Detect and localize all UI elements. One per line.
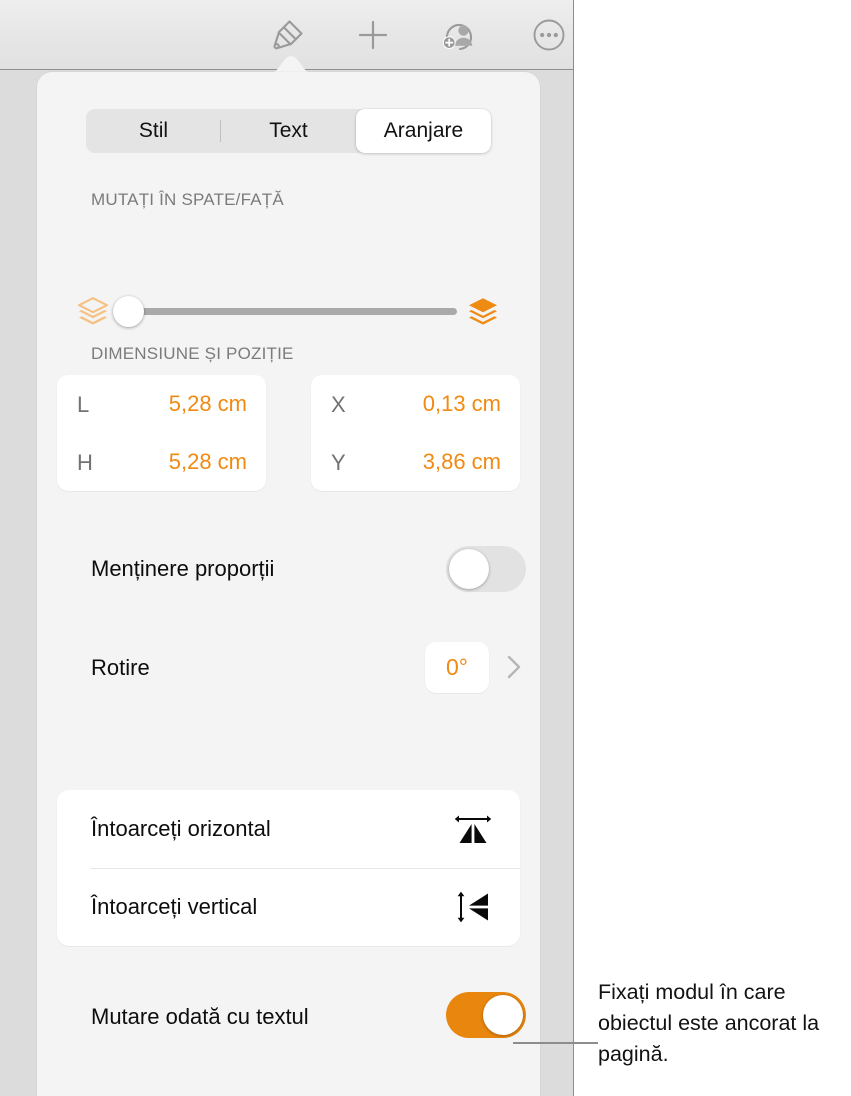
constrain-proportions-toggle[interactable] bbox=[446, 546, 526, 592]
layer-order-slider-track[interactable] bbox=[129, 308, 457, 315]
insert-plus-icon[interactable] bbox=[350, 12, 396, 58]
rotation-disclosure-chevron-icon[interactable] bbox=[504, 652, 526, 682]
format-brush-icon[interactable] bbox=[265, 12, 311, 58]
flip-horizontal-label: Întoarceți orizontal bbox=[91, 816, 271, 841]
add-collaborator-icon[interactable] bbox=[437, 12, 483, 58]
top-toolbar bbox=[0, 0, 573, 70]
field-y[interactable]: Y 3,86 cm bbox=[311, 433, 520, 491]
field-x[interactable]: X 0,13 cm bbox=[311, 375, 520, 433]
layer-order-slider-thumb[interactable] bbox=[113, 296, 144, 327]
flip-vertical-icon bbox=[454, 888, 492, 926]
flip-horizontal-button[interactable]: Întoarceți orizontal bbox=[57, 790, 520, 868]
field-y-value: 3,86 cm bbox=[422, 449, 501, 474]
more-options-icon[interactable] bbox=[526, 12, 572, 58]
tab-aranjare-label: Aranjare bbox=[383, 119, 464, 142]
tab-stil-label: Stil bbox=[138, 119, 169, 142]
rotation-label: Rotire bbox=[91, 655, 150, 680]
size-fields-group: L 5,28 cm H 5,28 cm bbox=[57, 375, 266, 491]
layer-order-slider-row bbox=[37, 284, 540, 340]
field-y-label: Y bbox=[331, 450, 346, 475]
arrange-popover: Stil Text Aranjare MUTAȚI ÎN SPATE/FAȚĂ bbox=[37, 72, 540, 1096]
toggle-knob bbox=[483, 995, 523, 1035]
move-with-text-toggle[interactable] bbox=[446, 992, 526, 1038]
field-x-value: 0,13 cm bbox=[422, 391, 501, 416]
app-region: Stil Text Aranjare MUTAȚI ÎN SPATE/FAȚĂ bbox=[0, 0, 574, 1096]
field-x-label: X bbox=[331, 392, 346, 417]
flip-horizontal-icon bbox=[454, 810, 492, 848]
rotation-value: 0° bbox=[446, 654, 468, 680]
callout-text: Fixați modul în care obiectul este ancor… bbox=[598, 980, 820, 1066]
position-fields-group: X 0,13 cm Y 3,86 cm bbox=[311, 375, 520, 491]
field-width-value: 5,28 cm bbox=[168, 391, 247, 416]
move-with-text-label: Mutare odată cu textul bbox=[91, 1004, 309, 1029]
flip-vertical-button[interactable]: Întoarceți vertical bbox=[57, 868, 520, 946]
section-header-size-position: DIMENSIUNE ȘI POZIȚIE bbox=[91, 344, 294, 363]
field-height[interactable]: H 5,28 cm bbox=[57, 433, 266, 491]
panel-tabs: Stil Text Aranjare bbox=[86, 109, 491, 153]
tab-stil[interactable]: Stil bbox=[86, 109, 221, 153]
flip-options-card: Întoarceți orizontal Întoarceți vertical bbox=[57, 790, 520, 946]
tab-text[interactable]: Text bbox=[221, 109, 356, 153]
rotation-value-field[interactable]: 0° bbox=[425, 642, 489, 693]
constrain-proportions-label: Menținere proporții bbox=[91, 556, 275, 581]
bring-to-front-layers-icon[interactable] bbox=[467, 297, 499, 327]
tab-aranjare[interactable]: Aranjare bbox=[356, 109, 491, 153]
send-to-back-layers-icon[interactable] bbox=[77, 297, 109, 327]
field-width-label: L bbox=[77, 392, 90, 417]
tab-text-label: Text bbox=[269, 119, 308, 142]
flip-vertical-label: Întoarceți vertical bbox=[91, 894, 258, 919]
field-height-value: 5,28 cm bbox=[168, 449, 247, 474]
toggle-knob bbox=[449, 549, 489, 589]
callout-leader-line bbox=[513, 1042, 598, 1044]
screenshot-root: Stil Text Aranjare MUTAȚI ÎN SPATE/FAȚĂ bbox=[0, 0, 851, 1096]
section-header-back-front: MUTAȚI ÎN SPATE/FAȚĂ bbox=[91, 190, 284, 209]
field-height-label: H bbox=[77, 450, 93, 475]
field-width[interactable]: L 5,28 cm bbox=[57, 375, 266, 433]
